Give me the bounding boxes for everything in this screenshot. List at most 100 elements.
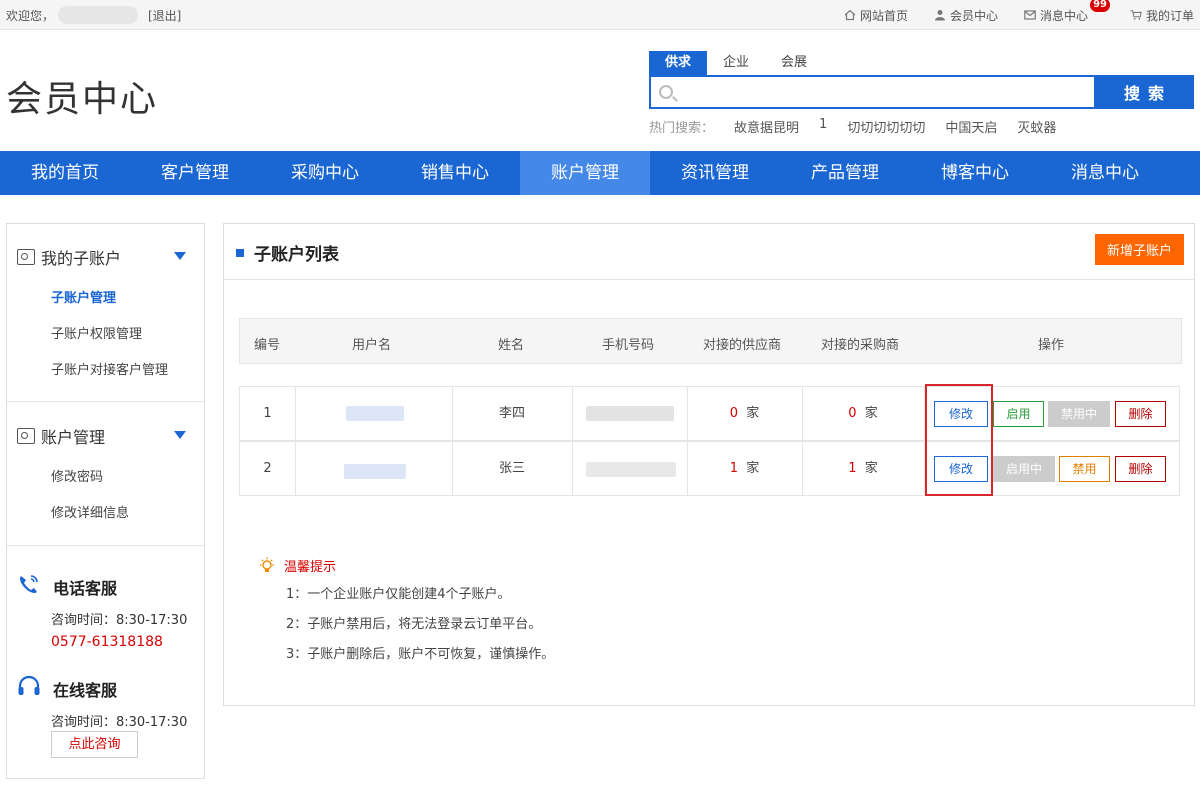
row-name: 李四	[498, 406, 525, 421]
phone-redacted	[586, 462, 676, 477]
table-row: 2 张三 1 家 1 家 修改 启用中 禁用 删除	[239, 441, 1180, 496]
message-center-link[interactable]: 消息中心 99	[1024, 0, 1110, 24]
divider	[7, 545, 204, 546]
row-suppliers: 1 家	[729, 461, 760, 476]
column-header: 用户名	[352, 338, 392, 353]
nav-sales[interactable]: 销售中心	[390, 151, 520, 195]
nav-home[interactable]: 我的首页	[0, 151, 130, 195]
sidebar-group-sub-accounts[interactable]: 我的子账户	[17, 245, 121, 269]
sidebar-item-change-password[interactable]: 修改密码	[51, 466, 103, 485]
phone-icon	[20, 575, 38, 593]
nav-messages[interactable]: 消息中心	[1040, 151, 1170, 195]
delete-button[interactable]: 删除	[1115, 401, 1166, 427]
chevron-down-icon[interactable]	[174, 252, 186, 260]
home-link[interactable]: 网站首页	[844, 7, 908, 24]
headset-icon	[18, 675, 40, 695]
tips-header: 温馨提示	[258, 556, 336, 575]
phone-service-number: 0577-61318188	[51, 634, 163, 650]
column-header: 编号	[254, 338, 281, 353]
home-icon	[844, 9, 856, 21]
top-bar: 欢迎您， [退出] 网站首页 会员中心 消息中心 99 我的订单	[0, 0, 1200, 30]
nav-purchasing[interactable]: 采购中心	[260, 151, 390, 195]
title-marker	[236, 248, 244, 257]
message-count-badge: 99	[1090, 0, 1110, 12]
member-center-label: 会员中心	[949, 8, 998, 23]
site-logo[interactable]: 会员中心	[6, 70, 158, 122]
phone-redacted	[586, 406, 674, 421]
divider	[7, 401, 204, 402]
sidebar-item-sub-account-manage[interactable]: 子账户管理	[51, 287, 116, 306]
disable-button[interactable]: 禁用	[1059, 456, 1110, 482]
hot-word[interactable]: 切切切切切切	[847, 117, 925, 136]
search-input[interactable]	[683, 77, 1083, 107]
search-tab-supply[interactable]: 供求	[649, 51, 708, 75]
page-title-text: 子账户列表	[254, 245, 339, 265]
sidebar-item-sub-account-customers[interactable]: 子账户对接客户管理	[51, 359, 168, 378]
nav-products[interactable]: 产品管理	[780, 151, 910, 195]
cart-icon	[1130, 10, 1142, 20]
search-tabs: 供求 企业 会展	[649, 51, 823, 75]
search-button[interactable]: 搜索	[1094, 75, 1194, 109]
sub-account-panel: 子账户列表 新增子账户 编号 用户名 姓名 手机号码 对接的供应商 对接的采购商…	[223, 223, 1195, 706]
my-orders-label: 我的订单	[1145, 8, 1194, 23]
phone-service-title: 电话客服	[53, 579, 118, 598]
nav-news[interactable]: 资讯管理	[650, 151, 780, 195]
column-header: 对接的采购商	[821, 338, 900, 353]
search-tab-company[interactable]: 企业	[707, 51, 765, 75]
username-redacted	[58, 6, 138, 24]
welcome-text: 欢迎您，	[6, 9, 55, 23]
top-links: 网站首页 会员中心 消息中心 99 我的订单	[818, 0, 1194, 30]
online-service-title: 在线客服	[53, 681, 118, 700]
add-sub-account-button[interactable]: 新增子账户	[1095, 234, 1184, 265]
sidebar-group-account[interactable]: 账户管理	[17, 424, 105, 448]
nav-account[interactable]: 账户管理	[520, 151, 650, 195]
divider	[224, 279, 1194, 280]
username-redacted	[346, 406, 404, 421]
delete-button[interactable]: 删除	[1115, 456, 1166, 482]
search-tab-exhibition[interactable]: 会展	[765, 51, 823, 75]
table-row: 1 李四 0 家 0 家 修改 启用 禁用中 删除	[239, 386, 1180, 441]
hot-search: 热门搜索： 故意据昆明 1 切切切切切切 中国天启 灭蚊器	[649, 117, 1076, 136]
main-nav: 我的首页 客户管理 采购中心 销售中心 账户管理 资讯管理 产品管理 博客中心 …	[0, 151, 1200, 195]
hot-word[interactable]: 故意据昆明	[734, 117, 799, 136]
nav-blog[interactable]: 博客中心	[910, 151, 1040, 195]
enable-button[interactable]: 启用	[993, 401, 1044, 427]
row-id: 2	[263, 461, 272, 476]
hot-word[interactable]: 中国天启	[945, 117, 997, 136]
tip-line: 2：子账户禁用后，将无法登录云订单平台。	[286, 617, 542, 632]
mail-icon	[1024, 10, 1036, 20]
phone-service-hours: 咨询时间：8:30-17:30	[51, 613, 188, 628]
search-icon	[659, 85, 673, 99]
my-orders-link[interactable]: 我的订单	[1130, 7, 1194, 24]
profile-icon	[17, 428, 35, 444]
member-center-link[interactable]: 会员中心	[934, 7, 998, 24]
row-id: 1	[263, 406, 272, 421]
user-icon	[934, 10, 945, 21]
chevron-down-icon[interactable]	[174, 431, 186, 439]
tips-title: 温馨提示	[284, 560, 337, 575]
hot-word[interactable]: 灭蚊器	[1017, 117, 1056, 136]
search-box	[649, 75, 1094, 109]
hot-search-label: 热门搜索：	[649, 121, 715, 136]
logout-link[interactable]: [退出]	[148, 7, 181, 24]
sidebar-item-sub-account-permissions[interactable]: 子账户权限管理	[51, 323, 142, 342]
lightbulb-icon	[260, 557, 274, 572]
sidebar: 我的子账户 子账户管理 子账户权限管理 子账户对接客户管理 账户管理 修改密码 …	[6, 223, 205, 779]
column-header: 操作	[1038, 338, 1065, 353]
sidebar-item-edit-details[interactable]: 修改详细信息	[51, 502, 129, 521]
column-header: 手机号码	[602, 338, 655, 353]
disabled-status-button: 禁用中	[1048, 401, 1110, 427]
hot-word[interactable]: 1	[819, 117, 827, 136]
consult-button[interactable]: 点此咨询	[51, 731, 138, 758]
tips-section: 温馨提示 1：一个企业账户仅能创建4个子账户。 2：子账户禁用后，将无法登录云订…	[258, 556, 554, 662]
home-link-label: 网站首页	[859, 8, 908, 23]
row-suppliers: 0 家	[729, 406, 760, 421]
row-buyers: 0 家	[848, 406, 878, 421]
column-header: 姓名	[498, 338, 525, 353]
column-header: 对接的供应商	[703, 338, 782, 353]
tip-line: 3：子账户删除后，账户不可恢复，谨慎操作。	[286, 647, 555, 662]
username-redacted	[344, 464, 406, 479]
table-header: 编号 用户名 姓名 手机号码 对接的供应商 对接的采购商 操作	[239, 318, 1182, 364]
nav-customers[interactable]: 客户管理	[130, 151, 260, 195]
online-service-hours: 咨询时间：8:30-17:30	[51, 715, 188, 730]
